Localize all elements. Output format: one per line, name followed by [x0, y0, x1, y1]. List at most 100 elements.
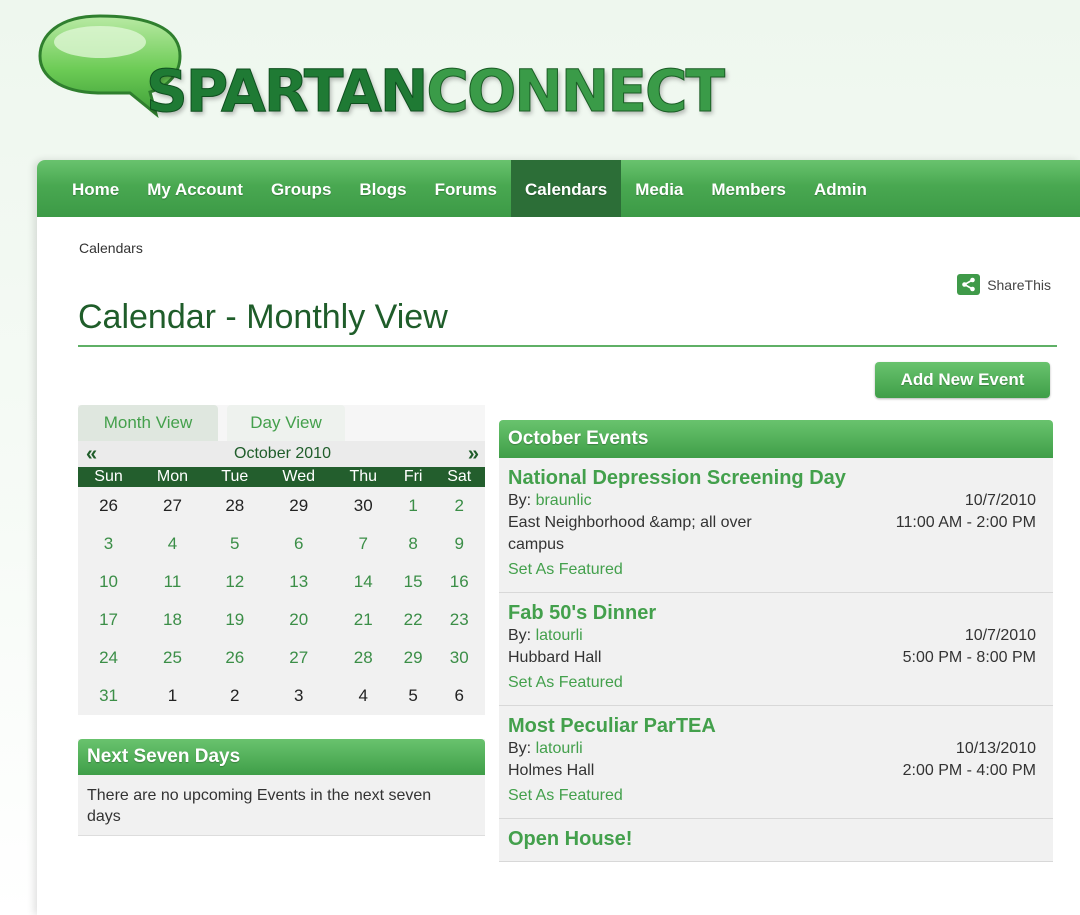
by-label: By: [508, 740, 532, 757]
calendar-day[interactable]: 18 [139, 601, 206, 639]
event-author-link[interactable]: latourli [536, 627, 583, 644]
calendar-day[interactable]: 27 [264, 639, 334, 677]
nav-item-home[interactable]: Home [58, 160, 133, 217]
calendar-day[interactable]: 14 [334, 563, 393, 601]
calendar-day[interactable]: 21 [334, 601, 393, 639]
october-events-box: October Events National Depression Scree… [499, 420, 1053, 915]
event-author-link[interactable]: braunlic [536, 492, 592, 509]
event-time: 5:00 PM - 8:00 PM [902, 649, 1036, 666]
calendar-day[interactable]: 7 [334, 525, 393, 563]
event-list: National Depression Screening Day 10/7/20… [499, 458, 1053, 862]
event-title[interactable]: Fab 50's Dinner [508, 601, 878, 625]
calendar-day[interactable]: 8 [393, 525, 434, 563]
calendar-week-row: 31 1 2 3 4 5 6 [78, 677, 485, 715]
logo-text-connect: CONNECT [426, 57, 726, 125]
by-label: By: [508, 492, 532, 509]
tab-day-view[interactable]: Day View [227, 405, 345, 441]
calendar-week-row: 3456789 [78, 525, 485, 563]
calendar-day[interactable]: 4 [334, 677, 393, 715]
next-month-button[interactable]: » [468, 443, 479, 466]
calendar-day[interactable]: 2 [206, 677, 264, 715]
calendar-day[interactable]: 28 [334, 639, 393, 677]
weekday-header: Thu [333, 467, 393, 487]
event-location: Hubbard Hall [508, 649, 602, 666]
weekday-header: Fri [392, 467, 434, 487]
event-location: Holmes Hall [508, 762, 595, 779]
event-item: National Depression Screening Day 10/7/20… [499, 458, 1053, 593]
prev-month-button[interactable]: « [86, 443, 97, 466]
event-author-link[interactable]: latourli [536, 740, 583, 757]
calendar-day[interactable]: 30 [334, 487, 393, 525]
calendar-day[interactable]: 5 [393, 677, 434, 715]
calendar-day[interactable]: 16 [433, 563, 485, 601]
by-label: By: [508, 627, 532, 644]
site-logo[interactable]: SPARTANCONNECT [38, 10, 726, 150]
calendar-day[interactable]: 25 [139, 639, 206, 677]
calendar-day[interactable]: 12 [206, 563, 264, 601]
calendar-day[interactable]: 26 [78, 487, 139, 525]
mini-calendar: Month View Day View « October 2010 » Sun… [78, 405, 485, 715]
calendar-day[interactable]: 4 [139, 525, 206, 563]
event-datetime: 10/7/2010 5:00 PM - 8:00 PM [903, 625, 1036, 669]
calendar-day[interactable]: 13 [264, 563, 334, 601]
content-panel: Home My Account Groups Blogs Forums Calendars… [37, 160, 1080, 915]
nav-item-groups[interactable]: Groups [257, 160, 345, 217]
set-as-featured-link[interactable]: Set As Featured [508, 784, 1044, 808]
weekday-header: Sat [433, 467, 485, 487]
calendar-day[interactable]: 29 [264, 487, 334, 525]
calendar-day[interactable]: 27 [139, 487, 206, 525]
event-title[interactable]: Most Peculiar ParTEA [508, 714, 878, 738]
calendar-month-label: October 2010 [234, 445, 331, 462]
calendar-day[interactable]: 10 [78, 563, 139, 601]
nav-item-blogs[interactable]: Blogs [345, 160, 420, 217]
calendar-day[interactable]: 6 [264, 525, 334, 563]
nav-item-calendars[interactable]: Calendars [510, 160, 622, 217]
calendar-day[interactable]: 3 [78, 525, 139, 563]
calendar-tabs: Month View Day View [78, 405, 485, 441]
calendar-week-row: 24 25 26 27 28 29 30 [78, 639, 485, 677]
calendar-day[interactable]: 29 [393, 639, 434, 677]
event-title[interactable]: Open House! [508, 827, 878, 851]
next-seven-days-title: Next Seven Days [78, 739, 485, 775]
nav-item-media[interactable]: Media [621, 160, 697, 217]
set-as-featured-link[interactable]: Set As Featured [508, 558, 1044, 582]
nav-item-my-account[interactable]: My Account [133, 160, 257, 217]
breadcrumb[interactable]: Calendars [79, 240, 143, 256]
calendar-week-row: 10 11 12 13 14 15 16 [78, 563, 485, 601]
set-as-featured-link[interactable]: Set As Featured [508, 671, 1044, 695]
calendar-day[interactable]: 15 [393, 563, 434, 601]
calendar-day[interactable]: 31 [78, 677, 139, 715]
calendar-day[interactable]: 22 [393, 601, 434, 639]
calendar-day[interactable]: 17 [78, 601, 139, 639]
calendar-day[interactable]: 3 [264, 677, 334, 715]
calendar-day[interactable]: 2 [433, 487, 485, 525]
calendar-day[interactable]: 28 [206, 487, 264, 525]
calendar-day[interactable]: 1 [393, 487, 434, 525]
calendar-day[interactable]: 1 [139, 677, 206, 715]
event-title[interactable]: National Depression Screening Day [508, 466, 878, 490]
calendar-day[interactable]: 6 [433, 677, 485, 715]
calendar-day[interactable]: 11 [139, 563, 206, 601]
calendar-day[interactable]: 30 [433, 639, 485, 677]
calendar-day[interactable]: 23 [433, 601, 485, 639]
weekday-header: Mon [139, 467, 206, 487]
weekday-header: Wed [263, 467, 334, 487]
add-new-event-button[interactable]: Add New Event [875, 362, 1050, 398]
calendar-day[interactable]: 20 [264, 601, 334, 639]
nav-item-admin[interactable]: Admin [800, 160, 881, 217]
event-item: Most Peculiar ParTEA 10/13/2010 2:00 PM - … [499, 706, 1053, 819]
calendar-day[interactable]: 9 [433, 525, 485, 563]
nav-item-members[interactable]: Members [697, 160, 800, 217]
calendar-day[interactable]: 5 [206, 525, 264, 563]
share-this-button[interactable]: ShareThis [957, 274, 1051, 295]
event-item: Fab 50's Dinner 10/7/2010 5:00 PM - 8:00 P… [499, 593, 1053, 706]
next-seven-days-box: Next Seven Days There are no upcoming Ev… [78, 739, 485, 836]
main-nav: Home My Account Groups Blogs Forums Calendars… [37, 160, 1080, 217]
calendar-day[interactable]: 19 [206, 601, 264, 639]
title-divider [78, 345, 1057, 347]
nav-item-forums[interactable]: Forums [421, 160, 511, 217]
calendar-day[interactable]: 24 [78, 639, 139, 677]
tab-month-view[interactable]: Month View [78, 405, 218, 441]
weekday-header: Tue [205, 467, 264, 487]
calendar-day[interactable]: 26 [206, 639, 264, 677]
